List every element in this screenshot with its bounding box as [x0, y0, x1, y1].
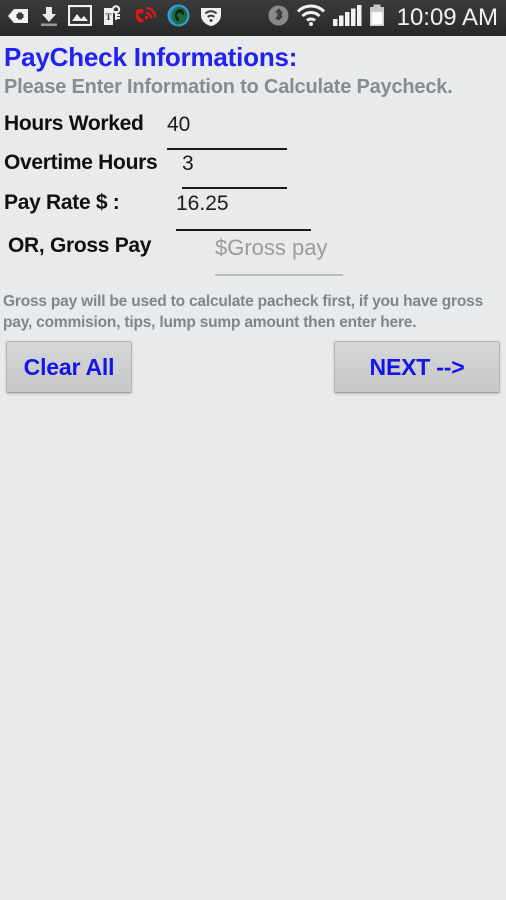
image-icon [67, 4, 93, 31]
input-hours-worked[interactable]: 40 [167, 113, 190, 137]
page-title: PayCheck Informations: [4, 42, 298, 72]
form-row-overtime-hours: Overtime Hours 3 [0, 151, 506, 189]
underline-hours-worked [167, 148, 287, 150]
wifi-icon [296, 4, 326, 32]
text-tag-icon: T [101, 4, 124, 32]
download-icon [39, 5, 59, 32]
pharmacy-plus-icon [6, 5, 30, 32]
status-bar-notification-icons: T [6, 4, 223, 32]
status-bar: T 10:09 AM [0, 0, 506, 36]
status-bar-clock: 10:09 AM [396, 4, 498, 31]
label-hours-worked: Hours Worked [4, 112, 144, 135]
underline-overtime-hours [182, 187, 287, 189]
status-bar-system-icons: 10:09 AM [267, 4, 498, 32]
label-overtime-hours: Overtime Hours [4, 151, 158, 174]
shield-wifi-icon [199, 5, 223, 32]
form-row-gross-pay: OR, Gross Pay $Gross pay [0, 234, 506, 276]
next-button[interactable]: NEXT --> [334, 341, 500, 393]
red-phone-signal-icon [133, 4, 158, 32]
form-row-pay-rate: Pay Rate $ : 16.25 [0, 191, 506, 231]
label-gross-pay: OR, Gross Pay [8, 234, 152, 257]
globe-ear-icon [167, 4, 190, 32]
input-pay-rate[interactable]: 16.25 [176, 192, 229, 216]
cellular-signal-icon [332, 4, 362, 32]
label-pay-rate: Pay Rate $ : [4, 191, 120, 214]
bluetooth-icon [267, 4, 290, 32]
clear-all-button[interactable]: Clear All [6, 341, 132, 393]
input-overtime-hours[interactable]: 3 [182, 152, 194, 176]
input-gross-pay[interactable]: $Gross pay [215, 235, 328, 261]
battery-icon [368, 4, 386, 32]
gross-pay-note: Gross pay will be used to calculate pach… [3, 293, 483, 331]
page-subtitle: Please Enter Information to Calculate Pa… [4, 76, 453, 98]
underline-gross-pay [215, 274, 343, 276]
underline-pay-rate [176, 229, 311, 231]
svg-text:T: T [105, 12, 111, 22]
paycheck-form-screen: PayCheck Informations: Please Enter Info… [0, 36, 506, 900]
form-row-hours-worked: Hours Worked 40 [0, 112, 506, 150]
